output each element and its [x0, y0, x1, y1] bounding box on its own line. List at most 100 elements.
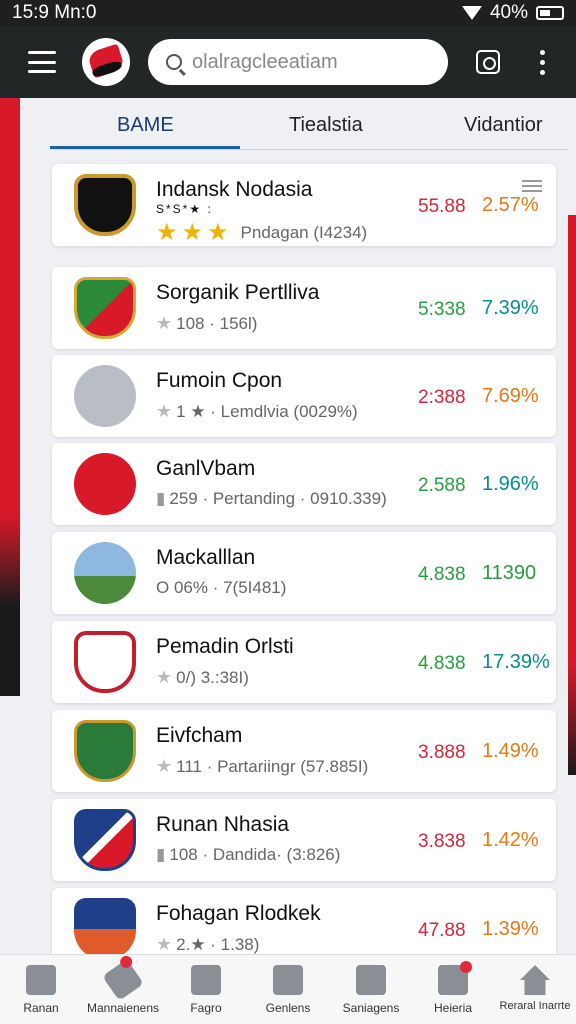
tab-bar: BAME Tiealstia Vidantior — [20, 98, 568, 154]
team-subtitle: ▮ 108 · Dandida· (3:826) — [156, 845, 341, 864]
list-item[interactable]: Sorganik Pertlliva ★ 108 · 156l) 5:338 7… — [52, 267, 556, 349]
bottom-navigation: Ranan Mannaienens Fagro Genlens Saniagen… — [0, 953, 576, 1024]
list-item[interactable]: Runan Nhasia ▮ 108 · Dandida· (3:826) 3.… — [52, 799, 556, 881]
notification-dot — [460, 961, 472, 973]
star-icon: ★ — [156, 219, 178, 246]
team-value: 3.888 — [418, 742, 466, 763]
team-name: GanlVbam — [156, 457, 256, 480]
main-content: BAME Tiealstia Vidantior Indansk Nodasia… — [20, 98, 568, 970]
rating-mini: S*S*★ : — [156, 202, 213, 216]
team-name: Mackalllan — [156, 546, 256, 569]
team-subtitle: ★ 108 · 156l) — [156, 313, 258, 333]
star-icon: ★ — [181, 219, 204, 246]
battery-icon — [536, 6, 564, 20]
status-time: 15:9 Mn:0 — [12, 2, 97, 23]
star-icon: ★ — [156, 934, 173, 954]
wifi-icon — [461, 6, 482, 20]
nav-label: Reraral Inarrte — [499, 1000, 571, 1012]
team-value: 5:338 — [418, 299, 466, 320]
team-percent: 7.69% — [482, 385, 539, 407]
chart-icon — [438, 961, 472, 995]
team-value: 47.88 — [418, 920, 466, 941]
team-subtitle: ▮ 259 · Pertanding · 0910.339) — [156, 489, 387, 508]
team-value: 4.838 — [418, 653, 466, 674]
team-value: 2.588 — [418, 475, 466, 496]
nav-label: Genlens — [265, 1001, 311, 1015]
box-icon — [191, 965, 221, 995]
nav-item-fagro[interactable]: Fagro — [165, 965, 247, 1015]
nav-item-reraral[interactable]: Reraral Inarrte — [494, 965, 576, 1012]
team-crest-icon — [74, 277, 136, 339]
team-subtitle: ★ ★ ★ Pndagan (I4234) — [156, 219, 368, 246]
team-percent: 1.49% — [482, 740, 539, 762]
star-icon: ★ — [156, 667, 173, 687]
team-percent: 1.42% — [482, 829, 539, 851]
nav-label: Saniagens — [342, 1001, 400, 1015]
nav-label: Mannaienens — [86, 1001, 160, 1015]
battery-percent: 40% — [489, 2, 528, 23]
nav-item-mannaienens[interactable]: Mannaienens — [82, 953, 164, 1015]
star-icon: ★ — [156, 756, 173, 776]
team-subtitle: ★ 2.★ · 1.38) — [156, 934, 260, 954]
team-value: 55.88 — [418, 196, 466, 217]
search-icon — [166, 54, 182, 70]
list-item[interactable]: Mackalllan O 06% · 7(5I481) 4.838 11390 — [52, 532, 556, 614]
tab-divider — [50, 149, 568, 150]
lock-icon: ▮ — [156, 489, 166, 508]
list-item[interactable]: GanlVbam ▮ 259 · Pertanding · 0910.339) … — [52, 443, 556, 525]
notification-dot — [117, 953, 135, 971]
tab-vidantior[interactable]: Vidantior — [464, 114, 543, 137]
hamburger-menu-icon[interactable] — [28, 51, 56, 73]
team-name: Sorganik Pertlliva — [156, 281, 320, 304]
nav-label: Heieria — [433, 1001, 472, 1015]
more-options-icon[interactable] — [540, 49, 545, 75]
player-avatar — [74, 365, 136, 427]
grid-icon — [273, 965, 303, 995]
nav-item-heieria[interactable]: Heieria — [412, 961, 494, 1015]
team-value: 2:388 — [418, 387, 466, 408]
camera-icon[interactable] — [476, 50, 500, 74]
nav-label: Ranan — [23, 1001, 59, 1015]
team-crest-icon — [74, 174, 136, 236]
list-item[interactable]: Indansk Nodasia S*S*★ : ★ ★ ★ Pndagan (I… — [52, 164, 556, 246]
app-logo[interactable] — [82, 38, 130, 86]
status-indicators: 40% — [461, 2, 564, 24]
team-name: Fumoin Cpon — [156, 369, 283, 392]
team-crest-icon — [74, 631, 136, 693]
team-percent: 2.57% — [482, 194, 539, 216]
card-menu-icon[interactable] — [522, 180, 542, 192]
team-subtitle: O 06% · 7(5I481) — [156, 578, 287, 597]
nav-item-ranan[interactable]: Ranan — [0, 965, 82, 1015]
player-avatar — [74, 542, 136, 604]
team-subtitle: ★ 1 ★ · Lemdlvia (0029%) — [156, 401, 358, 421]
team-value: 4.838 — [418, 564, 466, 585]
team-percent: 11390 — [482, 562, 537, 584]
star-icon: ★ — [156, 313, 173, 333]
search-bar[interactable] — [148, 39, 448, 85]
app-bar — [0, 26, 576, 98]
nav-item-genlens[interactable]: Genlens — [247, 965, 329, 1015]
list-item[interactable]: Pemadin Orlsti ★ 0/) 3.:38I) 4.838 17.39… — [52, 621, 556, 703]
active-tab-indicator — [50, 146, 240, 149]
team-name: Indansk Nodasia — [156, 178, 313, 201]
nav-label: Fagro — [190, 1001, 222, 1015]
nav-item-saniagens[interactable]: Saniagens — [330, 965, 412, 1015]
star-icon: ★ — [207, 219, 229, 246]
team-percent: 17.39% — [482, 651, 550, 673]
status-bar: 15:9 Mn:0 40% — [0, 0, 576, 26]
team-subtitle: ★ 111 · Partariingr (57.885I) — [156, 756, 369, 776]
team-name: Eivfcham — [156, 724, 243, 747]
team-name: Fohagan Rlodkek — [156, 902, 321, 925]
player-avatar — [74, 453, 136, 515]
cube-icon — [26, 965, 56, 995]
list-item[interactable]: Fumoin Cpon ★ 1 ★ · Lemdlvia (0029%) 2:3… — [52, 355, 556, 437]
left-accent-stripe — [0, 96, 20, 696]
team-name: Runan Nhasia — [156, 813, 290, 836]
team-crest-icon — [74, 720, 136, 782]
list-item[interactable]: Eivfcham ★ 111 · Partariingr (57.885I) 3… — [52, 710, 556, 792]
tab-tiealstia[interactable]: Tiealstia — [289, 114, 363, 137]
team-percent: 1.39% — [482, 918, 539, 940]
search-input[interactable] — [192, 50, 422, 74]
tag-icon — [102, 953, 144, 1001]
tab-bame[interactable]: BAME — [117, 114, 174, 137]
